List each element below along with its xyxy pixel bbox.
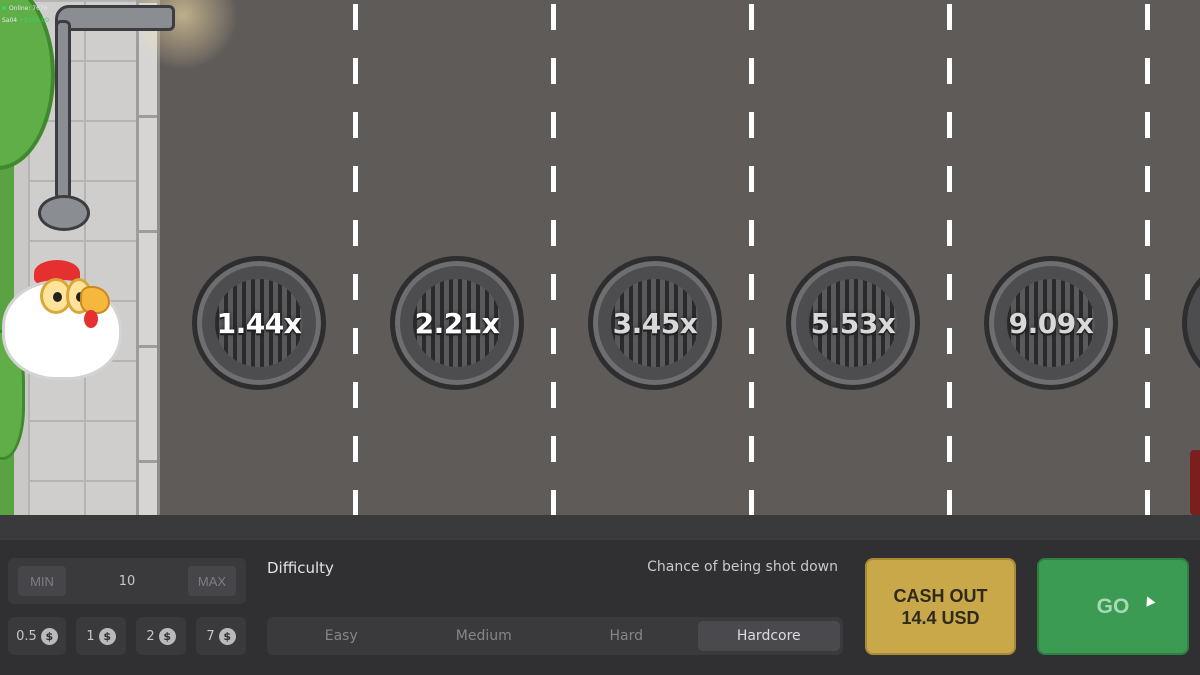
lamp-arm [55,5,175,31]
chip-button[interactable]: 1 $ [76,617,126,655]
multiplier-label: 1.44x [216,306,302,340]
recent-win: +$150.00 [19,17,49,24]
difficulty-option-easy[interactable]: Easy [270,621,413,651]
difficulty-option-medium[interactable]: Medium [413,621,556,651]
panel-top-band [0,515,1200,539]
dollar-coin-icon: $ [40,627,58,645]
difficulty-label: Difficulty [267,559,334,577]
chip-value: 0.5 [16,628,37,644]
bet-amount-box: MIN 10 MAX [8,558,246,604]
lamp-pole [55,20,71,200]
bet-amount-input[interactable]: 10 [78,566,176,596]
chip-button[interactable]: 2 $ [136,617,186,655]
multiplier-label: 9.09x [1008,306,1094,340]
cash-out-button[interactable]: CASH OUT 14.4 USD [865,558,1016,655]
multiplier-label: 5.53x [810,306,896,340]
car-obstacle-icon [1190,450,1200,515]
online-count: Online: 7676 [9,5,48,12]
lane-divider [947,0,952,515]
street-lamp-icon [38,0,238,240]
game-board: Online: 7676 Sa04 +$150.00 1.44x 2.21x 3… [0,0,1200,515]
online-info: Online: 7676 Sa04 +$150.00 [2,3,49,27]
bet-max-button[interactable]: MAX [188,566,236,596]
manhole-lane-2[interactable]: 2.21x [390,256,524,390]
multiplier-label: 2.21x [414,306,500,340]
chicken-beak [80,286,110,314]
lamp-base [38,195,90,231]
difficulty-option-hardcore[interactable]: Hardcore [697,621,840,651]
go-button[interactable]: GO [1037,558,1189,655]
dollar-coin-icon: $ [218,627,236,645]
lane-divider [1145,0,1150,515]
cash-out-amount: 14.4 USD [901,607,980,628]
chicken-wattle [84,310,98,328]
bet-min-button[interactable]: MIN [18,566,66,596]
cash-out-label: CASH OUT [893,585,988,606]
chip-value: 1 [86,628,95,644]
chip-value: 7 [206,628,215,644]
manhole-lane-3[interactable]: 3.45x [588,256,722,390]
chip-value: 2 [146,628,155,644]
lane-divider [749,0,754,515]
dollar-coin-icon: $ [158,627,176,645]
manhole-lane-5[interactable]: 9.09x [984,256,1118,390]
chicken-player-icon [0,258,125,383]
recent-user: Sa04 [2,17,18,24]
online-dot-icon [2,6,6,10]
manhole-lane-1[interactable]: 1.44x [192,256,326,390]
lane-divider [353,0,358,515]
chance-label: Chance of being shot down [647,559,838,575]
difficulty-option-hard[interactable]: Hard [555,621,698,651]
manhole-lane-6 [1182,256,1200,390]
multiplier-label: 3.45x [612,306,698,340]
lane-divider [551,0,556,515]
chip-button[interactable]: 7 $ [196,617,246,655]
dollar-coin-icon: $ [98,627,116,645]
chip-button[interactable]: 0.5 $ [8,617,66,655]
manhole-lane-4[interactable]: 5.53x [786,256,920,390]
difficulty-selector: Easy Medium Hard Hardcore [267,617,843,655]
